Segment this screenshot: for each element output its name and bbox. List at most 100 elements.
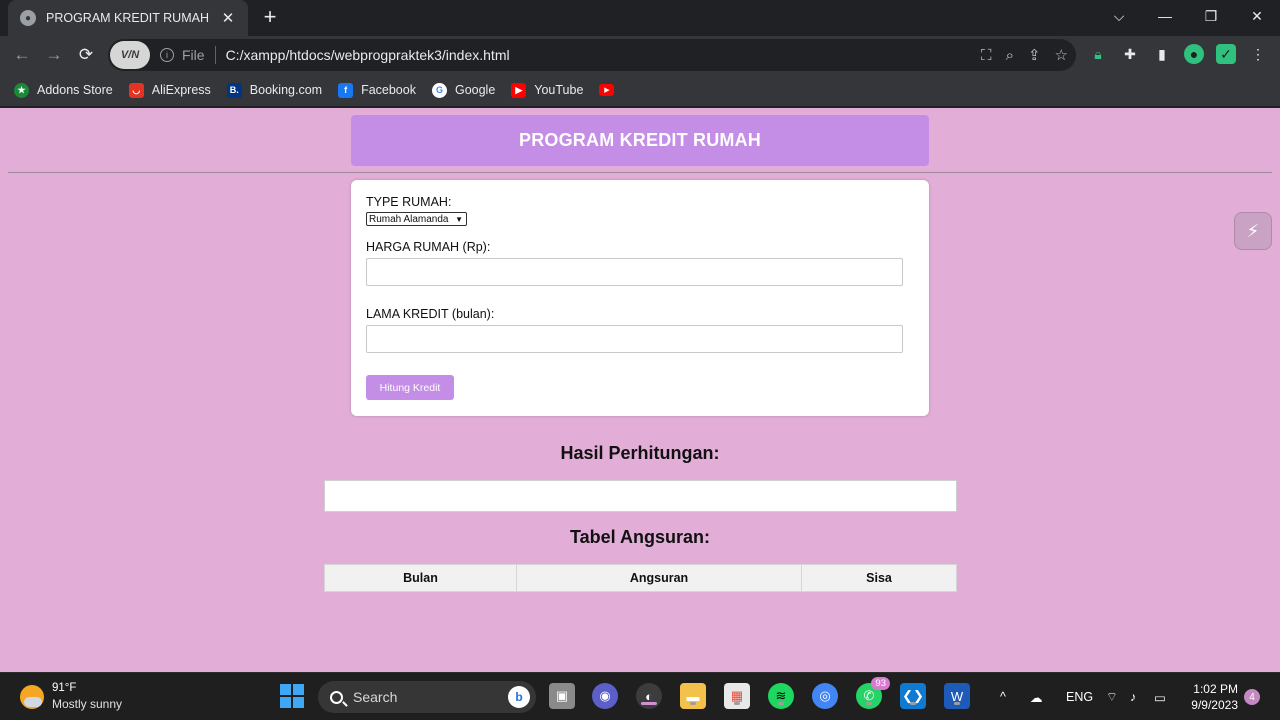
shield-check-icon[interactable]: ✓ [1216,44,1236,64]
bookmark-youtube[interactable]: ▶ YouTube [511,82,584,98]
share-icon[interactable]: ⇪ [1028,46,1041,64]
chrome-icon[interactable]: ◎ [812,683,838,709]
taskbar: 91°F Mostly sunny Search b ▣ ◉ ◐ ▬ ▦ ≋ ◎… [0,672,1280,720]
spotify-icon[interactable]: ≋ [768,683,794,709]
url-scheme: File [182,47,205,63]
aliexpress-icon: ◡ [128,82,144,98]
bing-icon[interactable]: b [508,686,530,708]
bookmark-label: Facebook [361,83,416,97]
minimize-button[interactable]: — [1142,0,1188,32]
reload-icon[interactable]: ⟳ [70,39,102,71]
url-text[interactable]: C:/xampp/htdocs/webprogpraktek3/index.ht… [226,47,510,63]
show-hidden-icons[interactable]: ^ [1000,673,1006,720]
harga-rumah-label: HARGA RUMAH (Rp): [366,240,491,254]
onedrive-icon[interactable]: ☁ [1030,673,1043,720]
globe-icon: ● [20,10,36,26]
col-header-angsuran: Angsuran [516,564,802,592]
vpn-extension-icon[interactable]: V/N [110,41,150,69]
omnibox-actions: ⛶ ⌕ ⇪ ☆ [981,39,1068,71]
close-window-button[interactable]: ✕ [1234,0,1280,32]
hasil-title: Hasil Perhitungan: [560,443,720,463]
search-placeholder: Search [353,689,398,705]
divider [8,172,1272,173]
extension-lock-icon[interactable]: 🔒︎ [1088,44,1108,64]
side-panel-icon[interactable]: ▮ [1152,44,1172,64]
youtube-bookmark-icon[interactable]: ▶ [599,84,615,96]
google-icon: G [431,82,447,98]
bookmark-label: YouTube [534,83,584,97]
restore-button[interactable]: ❐ [1188,0,1234,32]
bookmarks-bar: ★ Addons Store ◡ AliExpress B. Booking.c… [0,74,1280,106]
url-divider [214,46,216,64]
battery-icon[interactable]: ▭ [1154,673,1166,720]
browser-tab[interactable]: ● PROGRAM KREDIT RUMAH ✕ [8,0,248,36]
search-icon [330,690,343,704]
menu-dots-icon[interactable]: ⋮ [1248,44,1268,64]
angsuran-table: Bulan Angsuran Sisa [324,564,957,592]
addons-icon: ★ [14,82,29,98]
bookmark-aliexpress[interactable]: ◡ AliExpress [128,82,211,98]
extensions-puzzle-icon[interactable]: ✚ [1120,44,1140,64]
store-icon[interactable]: ▦ [724,683,750,709]
lama-kredit-input[interactable] [366,325,903,353]
type-rumah-label: TYPE RUMAH: [366,195,452,209]
notification-count[interactable]: 4 [1244,689,1260,705]
language-indicator[interactable]: ENG [1066,673,1093,720]
wifi-icon[interactable]: ⌔ [1106,673,1118,720]
teams-icon[interactable]: ◉ [592,683,618,709]
translate-icon[interactable]: ⛶ [981,47,992,64]
weather-temp: 91°F [52,682,77,694]
tabel-title: Tabel Angsuran: [569,527,710,547]
volume-icon[interactable]: ♪ [1130,673,1136,720]
clock-time: 1:02 PM [1193,682,1238,696]
browser-app-icon[interactable]: ◐ [636,683,662,709]
address-bar[interactable]: V/N i File C:/xampp/htdocs/webprogprakte… [108,39,1076,71]
tab-search-icon[interactable]: ⌵ [1096,0,1142,32]
weather-widget[interactable]: 91°F Mostly sunny [20,681,122,712]
page-title: PROGRAM KREDIT RUMAH [519,130,761,150]
bookmark-label: Booking.com [249,83,323,97]
lama-kredit-label: LAMA KREDIT (bulan): [366,307,495,321]
bookmark-label: Google [454,83,496,97]
page-viewport: PROGRAM KREDIT RUMAH TYPE RUMAH: Rumah A… [0,108,1280,672]
table-header-row: Bulan Angsuran Sisa [324,564,957,592]
tab-close-icon[interactable]: ✕ [218,9,238,27]
bookmark-google[interactable]: G Google [431,82,496,98]
tab-title: PROGRAM KREDIT RUMAH [46,11,209,25]
bookmark-label: Addons Store [37,83,113,97]
bookmark-star-icon[interactable]: ☆ [1055,46,1068,64]
whatsapp-badge: 93 [871,677,890,690]
harga-rumah-input[interactable] [366,258,903,286]
new-tab-button[interactable]: + [258,4,282,30]
type-rumah-select[interactable]: Rumah Alamanda ▼ [366,212,467,226]
bookmark-addons-store[interactable]: ★ Addons Store [14,82,113,98]
page-header: PROGRAM KREDIT RUMAH [351,115,929,166]
zoom-icon[interactable]: ⌕ [1006,47,1014,64]
word-icon[interactable]: W [944,683,970,709]
site-info-icon[interactable]: i [160,48,174,62]
whatsapp-icon[interactable]: ✆ 93 [856,677,890,709]
start-button[interactable] [279,683,305,709]
tab-strip: ● PROGRAM KREDIT RUMAH ✕ + ⌵ — ❐ ✕ [0,0,1280,36]
file-explorer-icon[interactable]: ▬ [680,683,706,709]
browser-toolbar: ← → ⟳ V/N i File C:/xampp/htdocs/webprog… [0,36,1280,74]
facebook-icon: f [338,82,354,98]
hitung-kredit-button[interactable]: Hitung Kredit [366,375,454,400]
bookmark-facebook[interactable]: f Facebook [338,82,416,98]
credit-form: TYPE RUMAH: Rumah Alamanda ▼ HARGA RUMAH… [351,180,929,416]
windows-logo-icon [280,684,304,708]
vscode-icon[interactable]: ❮❯ [900,683,926,709]
taskbar-search[interactable]: Search b [318,681,536,713]
chevron-down-icon: ▼ [455,214,463,224]
back-icon[interactable]: ← [6,39,38,71]
floating-extension-icon[interactable]: ⚡︎ [1234,212,1272,250]
bookmark-label: AliExpress [151,83,211,97]
booking-icon: B. [226,82,242,98]
profile-avatar-icon[interactable]: ● [1184,44,1204,64]
clock[interactable]: 1:02 PM 9/9/2023 [1186,681,1238,713]
bookmark-booking[interactable]: B. Booking.com [226,82,323,98]
weather-condition: Mostly sunny [52,697,123,711]
forward-icon[interactable]: → [38,39,70,71]
task-view-icon[interactable]: ▣ [549,683,575,709]
weather-sun-icon [20,684,44,709]
